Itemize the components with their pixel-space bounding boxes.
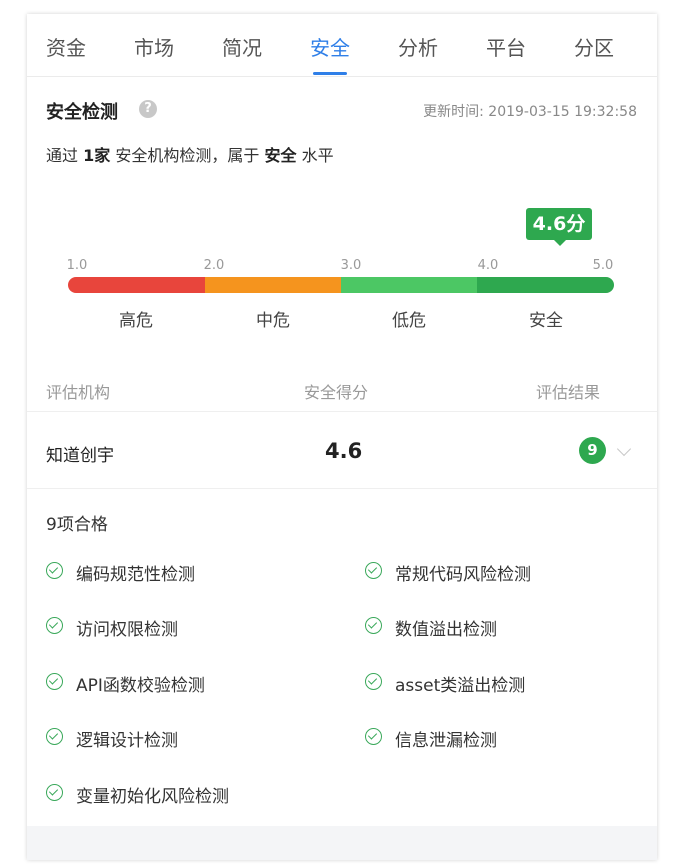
footer-strip [27, 826, 657, 860]
summary-text: 通过 1家 安全机构检测，属于 安全 水平 [46, 142, 334, 166]
tab-market[interactable]: 市场 [124, 32, 184, 62]
check-circle-icon [46, 728, 63, 745]
tab-analysis[interactable]: 分析 [388, 32, 448, 62]
org-score: 4.6 [325, 439, 363, 463]
summary-level: 安全 [264, 146, 297, 165]
summary-mid: 安全机构检测，属于 [115, 146, 260, 165]
scale-tick-3: 3.0 [341, 258, 362, 273]
tab-platform[interactable]: 平台 [476, 32, 536, 62]
scale-label-high-risk: 高危 [119, 311, 153, 331]
check-circle-icon [365, 673, 382, 690]
header-org: 评估机构 [46, 383, 111, 402]
tab-security[interactable]: 安全 [300, 32, 360, 62]
divider [27, 411, 657, 412]
tab-funds[interactable]: 资金 [36, 32, 96, 62]
summary-prefix: 通过 [46, 146, 79, 165]
header-result: 评估结果 [536, 383, 601, 402]
scale-segment-high-risk-fill [87, 277, 214, 293]
divider [27, 488, 657, 489]
tab-overview[interactable]: 简况 [212, 32, 272, 62]
scale-segment-medium-risk [205, 277, 342, 293]
result-count-badge: 9 [579, 437, 606, 464]
scale-segment-low-risk [341, 277, 478, 293]
scale-tick-2: 2.0 [204, 258, 225, 273]
summary-count: 1家 [83, 146, 111, 165]
passed-title: 9项合格 [46, 515, 108, 535]
update-time: 更新时间: 2019-03-15 19:32:58 [423, 104, 637, 120]
check-circle-icon [46, 617, 63, 634]
section-title: 安全检测 [46, 102, 118, 123]
check-circle-icon [46, 784, 63, 801]
active-tab-indicator [313, 72, 347, 75]
tab-zone[interactable]: 分区 [564, 32, 624, 62]
check-circle-icon [365, 728, 382, 745]
score-badge: 4.6分 [526, 208, 592, 246]
scale-tick-4: 4.0 [478, 258, 499, 273]
scale-label-safe: 安全 [529, 311, 563, 331]
summary-suffix: 水平 [301, 146, 334, 165]
scale-label-low-risk: 低危 [392, 311, 426, 331]
security-card: 资金 市场 简况 安全 分析 平台 分区 安全检测 ? 更新时间: 2019-0… [27, 14, 657, 860]
check-circle-icon [46, 562, 63, 579]
check-circle-icon [365, 617, 382, 634]
scale-tick-5: 5.0 [593, 258, 614, 273]
org-name: 知道创宇 [46, 446, 114, 466]
check-circle-icon [365, 562, 382, 579]
check-circle-icon [46, 673, 63, 690]
header-score: 安全得分 [304, 383, 369, 402]
help-circle-icon[interactable]: ? [139, 100, 157, 118]
chevron-down-icon[interactable] [616, 441, 632, 457]
tab-bar: 资金 市场 简况 安全 分析 平台 分区 [27, 14, 657, 77]
scale-tick-1: 1.0 [67, 258, 88, 273]
scale-label-medium-risk: 中危 [256, 311, 290, 331]
scale-segment-safe-fill [477, 277, 597, 293]
